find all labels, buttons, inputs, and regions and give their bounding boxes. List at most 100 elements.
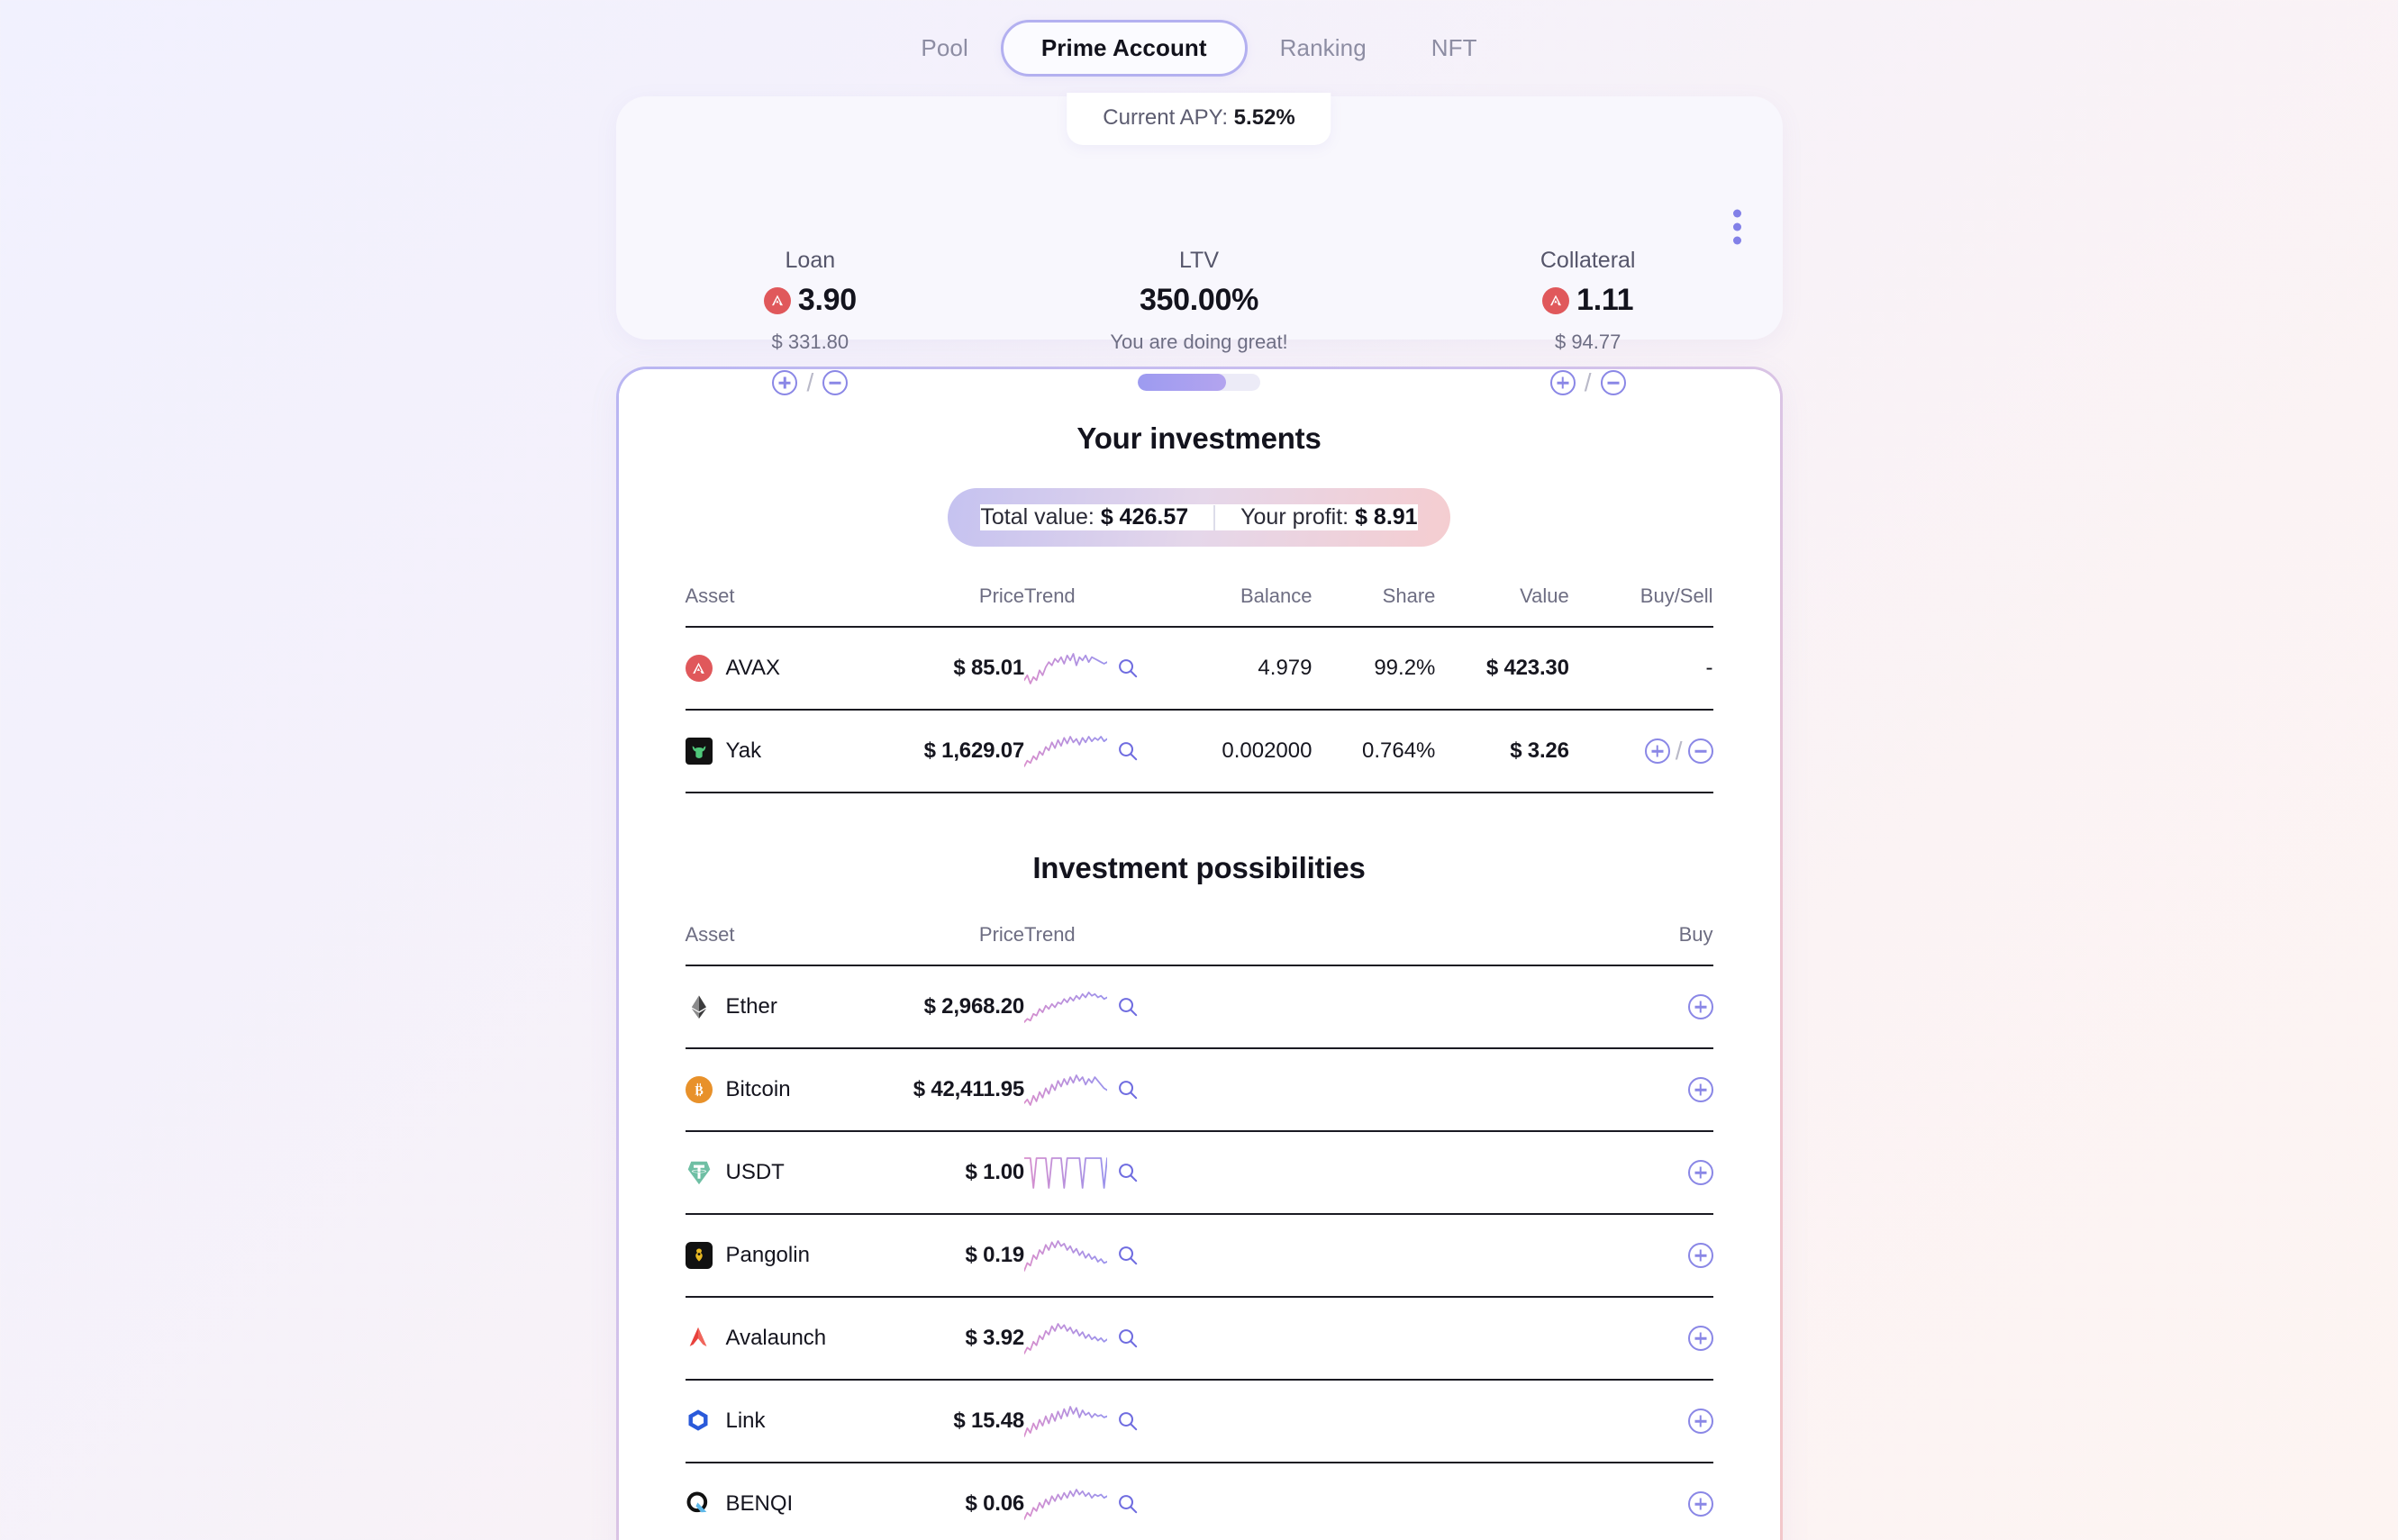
kebab-menu-icon[interactable] <box>1732 209 1741 245</box>
asset-name: Ether <box>725 994 777 1019</box>
loan-repay-button[interactable] <box>822 370 849 395</box>
spacer-cell <box>1158 1297 1568 1380</box>
collateral-value-row: 1.11 <box>1394 283 1783 318</box>
asset-trend <box>1024 965 1158 1048</box>
total-value-amount: $ 426.57 <box>1100 504 1189 530</box>
no-action-placeholder: - <box>1705 656 1713 680</box>
buy-button[interactable] <box>1687 1077 1713 1102</box>
search-icon[interactable] <box>1116 739 1140 763</box>
buy-button[interactable] <box>1687 1160 1713 1185</box>
table-row[interactable]: AVAX $ 85.01 4.979 99.2% $ 423.30 - <box>685 627 1713 710</box>
asset-cell: BENQI <box>686 1490 891 1517</box>
asset-price: $ 1.00 <box>965 1160 1025 1184</box>
table-row[interactable]: Link $ 15.48 <box>685 1380 1713 1463</box>
search-icon[interactable] <box>1116 1409 1140 1433</box>
investments-table-body: AVAX $ 85.01 4.979 99.2% $ 423.30 - Yak $ 1,629… <box>685 627 1713 793</box>
table-row[interactable]: Yak $ 1,629.07 0.002000 0.764% $ 3.26 / <box>685 710 1713 793</box>
asset-trend <box>1024 1380 1158 1463</box>
sell-button[interactable] <box>1687 738 1713 764</box>
collateral-withdraw-button[interactable] <box>1600 370 1626 395</box>
asset-trend <box>1024 1131 1158 1214</box>
total-value-label: Total value: <box>980 504 1095 530</box>
col-asset: Asset <box>685 584 735 607</box>
loan-amount: 3.90 <box>797 283 857 317</box>
loan-value-row: 3.90 <box>616 283 1005 318</box>
totals-divider <box>1213 504 1216 530</box>
asset-buy-cell <box>1569 1131 1713 1214</box>
kebab-dot <box>1732 209 1741 218</box>
asset-cell: Avalaunch <box>686 1325 891 1352</box>
search-icon[interactable] <box>1116 995 1140 1019</box>
asset-price: $ 0.06 <box>965 1491 1025 1516</box>
asset-cell: B Bitcoin <box>685 1076 891 1103</box>
table-row[interactable]: Avalaunch $ 3.92 <box>685 1297 1713 1380</box>
asset-price: $ 42,411.95 <box>913 1077 1025 1101</box>
trend-sparkline <box>1024 1157 1108 1189</box>
buy-button[interactable] <box>1687 1409 1713 1434</box>
asset-share: 0.764% <box>1361 738 1436 763</box>
svg-text:B: B <box>695 1083 704 1098</box>
ether-icon <box>686 993 713 1020</box>
search-icon[interactable] <box>1116 1327 1140 1350</box>
buy-button[interactable] <box>1687 1243 1713 1268</box>
collateral-deposit-button[interactable] <box>1549 370 1576 395</box>
metric-collateral: Collateral 1.11 $ 94.77 / <box>1394 248 1783 395</box>
spacer-cell <box>1158 1380 1568 1463</box>
possibilities-table-header: Asset Price Trend Buy <box>686 923 1713 965</box>
trend-sparkline <box>1024 653 1108 684</box>
collateral-amount: 1.11 <box>1576 283 1634 317</box>
asset-balance: 0.002000 <box>1222 738 1313 763</box>
spacer-cell <box>1158 1048 1568 1131</box>
search-icon[interactable] <box>1116 1078 1140 1101</box>
search-icon[interactable] <box>1116 1492 1140 1516</box>
asset-buy-cell <box>1569 1463 1713 1540</box>
table-row[interactable]: BENQI $ 0.06 <box>685 1463 1713 1540</box>
investment-possibilities-title: Investment possibilities <box>1032 851 1366 884</box>
action-separator: / <box>806 368 814 396</box>
ltv-progress-bar <box>1138 374 1260 391</box>
table-row[interactable]: USDT $ 1.00 <box>685 1131 1713 1214</box>
col-spacer <box>1158 923 1568 965</box>
table-row[interactable]: Pangolin $ 0.19 <box>685 1214 1713 1297</box>
search-icon[interactable] <box>1116 657 1140 680</box>
your-investments-title: Your investments <box>1076 421 1322 455</box>
table-row[interactable]: B Bitcoin $ 42,411.95 <box>685 1048 1713 1131</box>
buy-button[interactable] <box>1687 1491 1713 1517</box>
asset-trend <box>1024 710 1158 793</box>
pangolin-icon <box>685 1242 713 1269</box>
asset-trend <box>1024 1048 1158 1131</box>
col-trend: Trend <box>1024 923 1076 946</box>
buy-button[interactable] <box>1687 1326 1713 1351</box>
tab-pool[interactable]: Pool <box>888 22 1000 75</box>
search-icon[interactable] <box>1116 1244 1140 1267</box>
trend-sparkline <box>1024 992 1108 1023</box>
search-icon[interactable] <box>1116 1161 1140 1184</box>
tab-ranking[interactable]: Ranking <box>1248 22 1399 75</box>
investments-table: Asset Price Trend Balance Share Value Bu… <box>685 584 1713 793</box>
ltv-status-message: You are doing great! <box>1110 331 1288 353</box>
asset-price: $ 1,629.07 <box>923 738 1025 763</box>
col-share: Share <box>1382 584 1436 607</box>
asset-name: BENQI <box>725 1491 794 1516</box>
asset-cell: Pangolin <box>685 1242 891 1269</box>
tab-nft[interactable]: NFT <box>1399 22 1510 75</box>
loan-label: Loan <box>785 248 836 273</box>
asset-trend <box>1024 1297 1158 1380</box>
asset-name: Link <box>725 1409 766 1433</box>
possibilities-table-body: Ether $ 2,968.20 B Bitcoin $ 42,411.95 USDT $ … <box>685 965 1713 1540</box>
investments-card: Your investments Total value: $ 426.57 Y… <box>616 367 1783 1540</box>
asset-buy-cell <box>1569 1048 1713 1131</box>
main-tab-bar: Pool Prime Account Ranking NFT <box>0 0 2398 77</box>
asset-price: $ 2,968.20 <box>923 994 1025 1019</box>
loan-borrow-more-button[interactable] <box>772 370 798 395</box>
asset-cell: USDT <box>686 1159 891 1186</box>
buy-button[interactable] <box>1687 994 1713 1019</box>
ltv-label: LTV <box>1179 248 1219 273</box>
main-card-wrapper: Your investments Total value: $ 426.57 Y… <box>0 367 2398 1540</box>
buy-button[interactable] <box>1644 738 1670 764</box>
action-separator: / <box>1675 737 1683 765</box>
tab-prime-account[interactable]: Prime Account <box>1000 20 1248 77</box>
asset-buy-sell-cell: / <box>1569 710 1713 793</box>
spacer-cell <box>1158 1463 1568 1540</box>
table-row[interactable]: Ether $ 2,968.20 <box>685 965 1713 1048</box>
